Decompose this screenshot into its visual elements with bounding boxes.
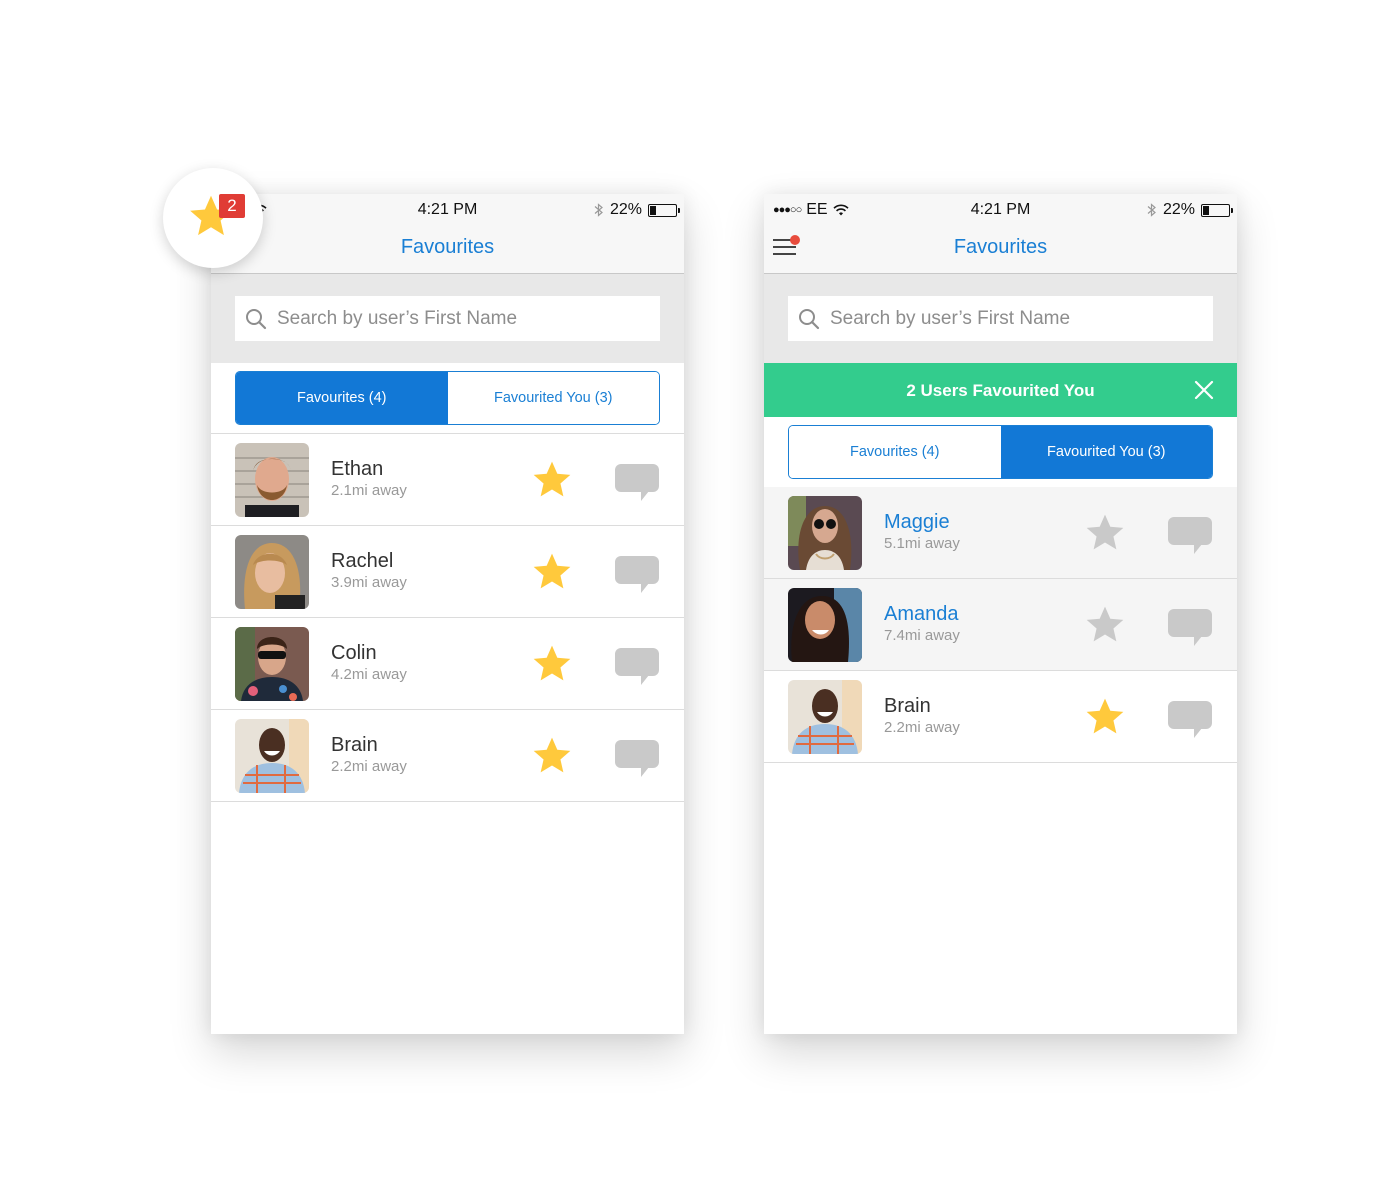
tab-favourited-you[interactable]: Favourited You (3) bbox=[1000, 426, 1212, 478]
user-list: Maggie 5.1mi away Amanda 7.4mi away Brai… bbox=[764, 487, 1237, 763]
user-name: Brain bbox=[331, 734, 378, 756]
hamburger-menu-icon[interactable] bbox=[773, 235, 800, 257]
user-row[interactable]: Colin 4.2mi away bbox=[211, 618, 684, 710]
user-distance: 4.2mi away bbox=[331, 666, 407, 683]
search-field[interactable] bbox=[235, 296, 660, 341]
user-distance: 7.4mi away bbox=[884, 627, 960, 644]
favourite-star-icon[interactable] bbox=[1082, 603, 1128, 647]
chat-bubble-icon[interactable] bbox=[613, 646, 661, 686]
favourite-star-icon[interactable] bbox=[529, 458, 575, 502]
favourites-notification-badge[interactable]: 2 bbox=[163, 168, 263, 268]
notification-dot bbox=[790, 235, 800, 245]
search-input[interactable] bbox=[830, 307, 1213, 330]
badge-count: 2 bbox=[219, 194, 245, 218]
chat-bubble-icon[interactable] bbox=[1166, 515, 1214, 555]
search-area bbox=[764, 274, 1237, 363]
avatar bbox=[235, 443, 309, 517]
search-icon bbox=[246, 308, 267, 329]
navigation-bar: Favourites bbox=[764, 226, 1237, 274]
battery-percentage: 22% bbox=[1162, 201, 1195, 218]
notification-banner: 2 Users Favourited You bbox=[764, 363, 1237, 417]
user-distance: 2.2mi away bbox=[331, 758, 407, 775]
navigation-bar: Favourites bbox=[211, 226, 684, 274]
tab-favourited-you[interactable]: Favourited You (3) bbox=[447, 372, 659, 424]
banner-text: 2 Users Favourited You bbox=[906, 381, 1095, 400]
user-row[interactable]: Brain 2.2mi away bbox=[211, 710, 684, 802]
avatar bbox=[235, 719, 309, 793]
close-icon[interactable] bbox=[1193, 379, 1215, 401]
user-row[interactable]: Rachel 3.9mi away bbox=[211, 526, 684, 618]
chat-bubble-icon[interactable] bbox=[613, 738, 661, 778]
user-name: Maggie bbox=[884, 511, 950, 533]
search-input[interactable] bbox=[277, 307, 660, 330]
search-icon bbox=[799, 308, 820, 329]
search-field[interactable] bbox=[788, 296, 1213, 341]
avatar bbox=[235, 535, 309, 609]
user-row[interactable]: Ethan 2.1mi away bbox=[211, 434, 684, 526]
battery-icon bbox=[1201, 203, 1233, 217]
chat-bubble-icon[interactable] bbox=[1166, 607, 1214, 647]
chat-bubble-icon[interactable] bbox=[613, 554, 661, 594]
user-name: Rachel bbox=[331, 550, 394, 572]
user-list: Ethan 2.1mi away Rachel 3.9mi away Colin… bbox=[211, 433, 684, 802]
bluetooth-icon bbox=[594, 203, 603, 217]
chat-bubble-icon[interactable] bbox=[613, 462, 661, 502]
user-name: Amanda bbox=[884, 603, 959, 625]
avatar bbox=[788, 588, 862, 662]
user-name: Colin bbox=[331, 642, 377, 664]
tab-favourites[interactable]: Favourites (4) bbox=[236, 372, 448, 424]
phone-screen-favourited-you: ●●●○○ EE 4:21 PM 22% Favourites Search b… bbox=[764, 194, 1237, 1034]
user-distance: 3.9mi away bbox=[331, 574, 407, 591]
favourite-star-icon[interactable] bbox=[529, 642, 575, 686]
tab-bar: Favourites (4) Favourited You (3) bbox=[211, 363, 684, 433]
chat-bubble-icon[interactable] bbox=[1166, 699, 1214, 739]
user-distance: 2.2mi away bbox=[884, 719, 960, 736]
bluetooth-icon bbox=[1147, 203, 1156, 217]
phone-screen-favourites: EE 4:21 PM 22% Favourites bbox=[211, 194, 684, 1034]
favourite-star-icon[interactable] bbox=[1082, 511, 1128, 555]
favourite-star-icon[interactable] bbox=[529, 550, 575, 594]
battery-icon bbox=[648, 203, 680, 217]
user-name: Ethan bbox=[331, 458, 384, 480]
battery-percentage: 22% bbox=[609, 201, 642, 218]
favourite-star-icon[interactable] bbox=[529, 734, 575, 778]
page-title: Favourites bbox=[400, 236, 495, 258]
user-row[interactable]: Brain 2.2mi away bbox=[764, 671, 1237, 763]
user-name: Brain bbox=[884, 695, 931, 717]
avatar bbox=[235, 627, 309, 701]
status-bar: ●●●○○ EE 4:21 PM 22% bbox=[764, 194, 1237, 226]
favourite-star-icon[interactable] bbox=[1082, 695, 1128, 739]
status-bar: EE 4:21 PM 22% bbox=[211, 194, 684, 226]
avatar bbox=[788, 680, 862, 754]
user-row[interactable]: Amanda 7.4mi away bbox=[764, 579, 1237, 671]
avatar bbox=[788, 496, 862, 570]
user-distance: 5.1mi away bbox=[884, 535, 960, 552]
search-area bbox=[211, 274, 684, 363]
user-row[interactable]: Maggie 5.1mi away bbox=[764, 487, 1237, 579]
page-title: Favourites bbox=[953, 236, 1048, 258]
tab-favourites[interactable]: Favourites (4) bbox=[789, 426, 1001, 478]
user-distance: 2.1mi away bbox=[331, 482, 407, 499]
tab-bar: Favourites (4) Favourited You (3) bbox=[764, 417, 1237, 487]
